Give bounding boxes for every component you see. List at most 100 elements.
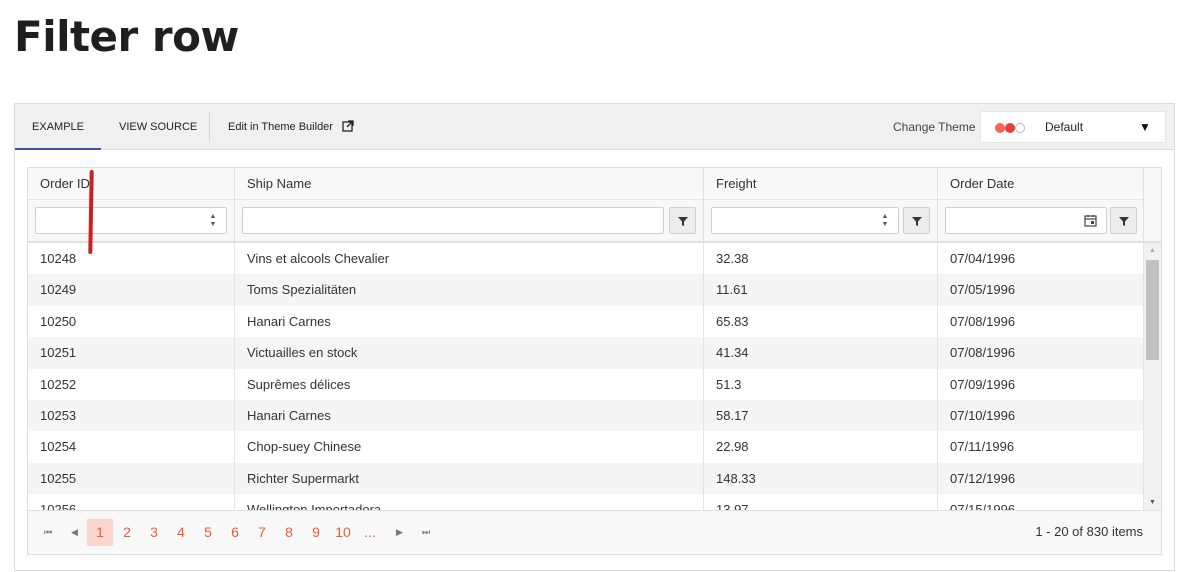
last-page-icon[interactable]: ⏭: [422, 511, 430, 553]
tab-view-source[interactable]: VIEW SOURCE: [119, 104, 197, 150]
filter-icon: [678, 217, 688, 226]
freight-filter-button[interactable]: [903, 207, 930, 234]
table-row[interactable]: 10251 Victuailles en stock 41.34 07/08/1996: [28, 337, 1144, 369]
table-row[interactable]: 10255 Richter Supermarkt 148.33 07/12/1996: [28, 462, 1144, 495]
scrollbar-thumb[interactable]: [1146, 260, 1159, 360]
theme-builder-label: Edit in Theme Builder: [228, 121, 333, 133]
filter-icon: [1119, 217, 1129, 226]
external-link-icon: [342, 119, 354, 132]
table-cell: 10253: [28, 400, 235, 432]
calendar-icon: [1084, 215, 1097, 227]
demo-toolbar: EXAMPLE VIEW SOURCE Edit in Theme Builde…: [15, 104, 1174, 150]
table-cell: 10252: [28, 368, 235, 400]
table-cell: 22.98: [704, 431, 938, 463]
table-row[interactable]: 10250 Hanari Carnes 65.83 07/08/1996: [28, 305, 1144, 338]
pager-info: 1 - 20 of 830 items: [1035, 524, 1143, 539]
pager-page-2[interactable]: 2: [116, 519, 138, 546]
ship-name-filter-input[interactable]: [242, 207, 664, 234]
grid-body: 10248 Vins et alcools Chevalier 32.38 07/04…: [28, 243, 1144, 510]
table-cell: 07/04/1996: [938, 243, 1144, 275]
table-cell: 13.97: [704, 494, 938, 510]
table-cell: 07/08/1996: [938, 337, 1144, 369]
order-date-calendar-button[interactable]: [1080, 207, 1102, 234]
table-cell: 10251: [28, 337, 235, 369]
table-row[interactable]: 10254 Chop-suey Chinese 22.98 07/11/1996: [28, 431, 1144, 463]
order-id-filter-input[interactable]: [35, 207, 227, 234]
table-cell: 07/12/1996: [938, 462, 1144, 495]
scroll-up-icon[interactable]: ▲: [1149, 247, 1156, 254]
page-title: Filter row: [14, 12, 239, 61]
pager-page-1[interactable]: 1: [87, 519, 113, 546]
table-cell: 10255: [28, 462, 235, 495]
table-row[interactable]: 10256 Wellington Importadora 13.97 07/15/19…: [28, 494, 1144, 510]
arrow-up-icon[interactable]: ▲: [200, 213, 226, 221]
table-cell: 10254: [28, 431, 235, 463]
pager-more[interactable]: ...: [359, 519, 381, 546]
previous-page-icon[interactable]: ◀: [71, 511, 78, 553]
pager-page-5[interactable]: 5: [197, 519, 219, 546]
demo-container: EXAMPLE VIEW SOURCE Edit in Theme Builde…: [14, 103, 1175, 571]
table-row[interactable]: 10249 Toms Spezialitäten 11.61 07/05/1996: [28, 274, 1144, 306]
theme-swatch-primary: [995, 123, 1005, 133]
theme-swatch-secondary: [1005, 123, 1015, 133]
table-cell: 148.33: [704, 462, 938, 495]
table-cell: Hanari Carnes: [235, 305, 704, 338]
column-title: Ship Name: [247, 176, 312, 191]
filter-row-divider: [28, 199, 1144, 200]
grid-header: Order ID Ship Name Freight Order Date ▲ …: [28, 168, 1161, 243]
pager-page-4[interactable]: 4: [170, 519, 192, 546]
tab-example[interactable]: EXAMPLE: [15, 104, 101, 150]
pager-page-9[interactable]: 9: [305, 519, 327, 546]
pager-page-6[interactable]: 6: [224, 519, 246, 546]
table-row[interactable]: 10248 Vins et alcools Chevalier 32.38 07/04…: [28, 243, 1144, 275]
table-cell: 10256: [28, 494, 235, 510]
table-cell: 07/11/1996: [938, 431, 1144, 463]
order-id-spinner[interactable]: ▲ ▼: [200, 207, 226, 234]
table-row[interactable]: 10252 Suprêmes délices 51.3 07/09/1996: [28, 368, 1144, 400]
orders-grid: Order ID Ship Name Freight Order Date ▲ …: [27, 167, 1162, 555]
table-cell: 11.61: [704, 274, 938, 306]
table-cell: Chop-suey Chinese: [235, 431, 704, 463]
table-cell: 41.34: [704, 337, 938, 369]
freight-spinner[interactable]: ▲ ▼: [872, 207, 898, 234]
arrow-down-icon[interactable]: ▼: [200, 221, 226, 229]
freight-filter-input[interactable]: [711, 207, 899, 234]
theme-dropdown-value: Default: [1045, 120, 1084, 134]
filter-icon: [912, 217, 922, 226]
grid-pager: ⏮ ◀ 1 2 3 4 5 6 7 8 9 10... ▶ ⏭ 1 - 20 of 830 ite…: [28, 510, 1161, 554]
table-cell: 07/05/1996: [938, 274, 1144, 306]
arrow-up-icon[interactable]: ▲: [872, 213, 898, 221]
next-page-icon[interactable]: ▶: [396, 511, 403, 553]
pager-page-7[interactable]: 7: [251, 519, 273, 546]
first-page-icon[interactable]: ⏮: [44, 511, 52, 553]
table-cell: 10249: [28, 274, 235, 306]
table-cell: 65.83: [704, 305, 938, 338]
ship-name-filter-button[interactable]: [669, 207, 696, 234]
theme-dropdown[interactable]: Default ▼: [980, 111, 1166, 143]
table-cell: Wellington Importadora: [235, 494, 704, 510]
column-title: Order ID: [40, 176, 90, 191]
table-cell: 32.38: [704, 243, 938, 275]
pager-page-8[interactable]: 8: [278, 519, 300, 546]
pager-page-10[interactable]: 10: [332, 519, 354, 546]
table-cell: Suprêmes délices: [235, 368, 704, 400]
table-cell: 07/15/1996: [938, 494, 1144, 510]
table-cell: 07/08/1996: [938, 305, 1144, 338]
table-cell: Toms Spezialitäten: [235, 274, 704, 306]
table-cell: 07/10/1996: [938, 400, 1144, 432]
table-cell: Richter Supermarkt: [235, 462, 704, 495]
toolbar-divider: [209, 113, 210, 141]
change-theme-label: Change Theme: [893, 120, 976, 134]
header-scroll-corner: [1144, 168, 1161, 241]
table-row[interactable]: 10253 Hanari Carnes 58.17 07/10/1996: [28, 400, 1144, 432]
theme-swatch-base: [1015, 123, 1025, 133]
vertical-scrollbar[interactable]: ▲ ▼: [1144, 243, 1161, 510]
scroll-down-icon[interactable]: ▼: [1149, 499, 1156, 506]
column-title: Freight: [716, 176, 757, 191]
order-date-filter-button[interactable]: [1110, 207, 1137, 234]
arrow-down-icon[interactable]: ▼: [872, 221, 898, 229]
edit-theme-builder-link[interactable]: Edit in Theme Builder: [228, 104, 354, 150]
pager-page-3[interactable]: 3: [143, 519, 165, 546]
table-cell: 10250: [28, 305, 235, 338]
table-cell: 10248: [28, 243, 235, 275]
